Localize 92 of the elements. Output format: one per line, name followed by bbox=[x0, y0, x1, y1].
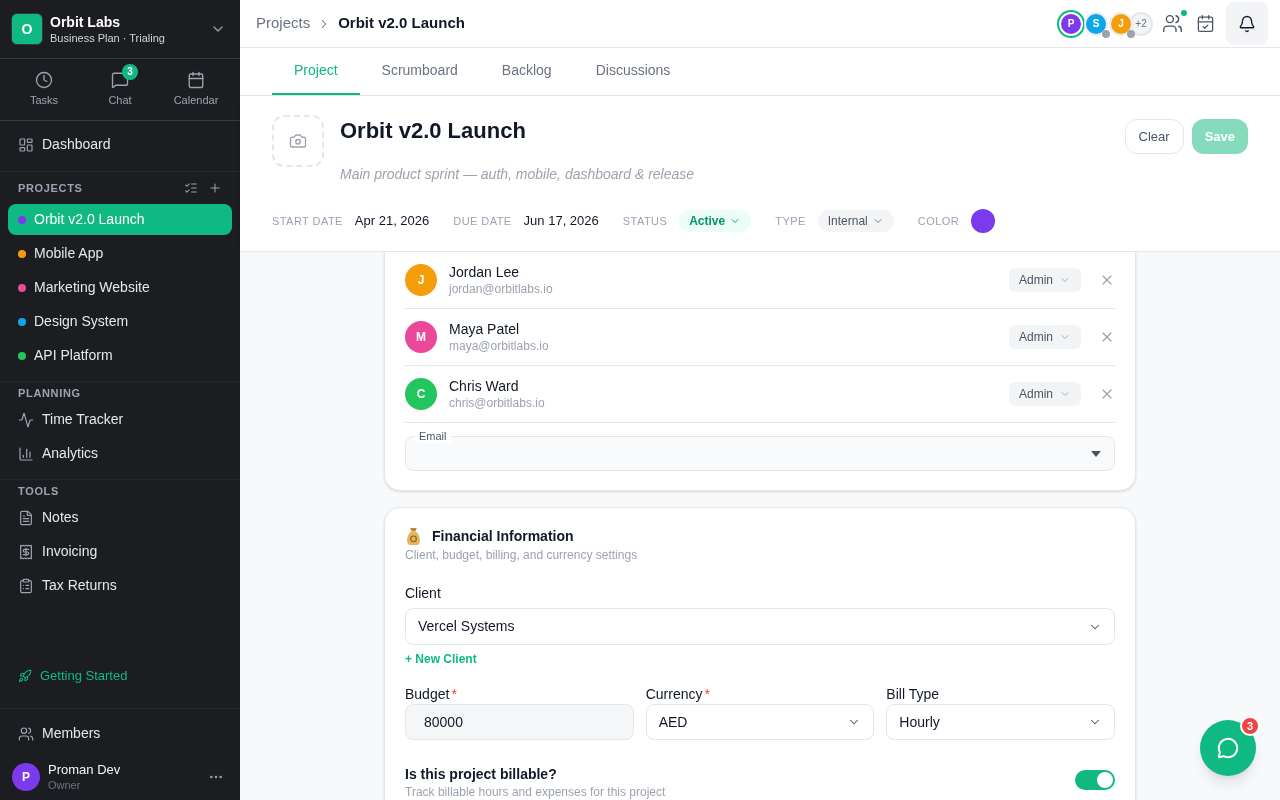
meta-value: Jun 17, 2026 bbox=[523, 212, 599, 231]
bell-icon bbox=[1238, 14, 1256, 33]
clock-icon bbox=[35, 70, 53, 89]
project-item[interactable]: Marketing Website bbox=[8, 272, 232, 303]
project-title: Orbit v2.0 Launch bbox=[340, 117, 527, 145]
setting-description: Track billable hours and expenses for this project bbox=[405, 784, 666, 800]
list-icon[interactable] bbox=[184, 181, 198, 195]
clipboard-icon bbox=[18, 577, 34, 594]
dropdown-select[interactable]: Hourly bbox=[886, 704, 1115, 740]
type-dropdown[interactable]: Internal bbox=[817, 210, 894, 232]
tab[interactable]: Backlog bbox=[479, 48, 574, 95]
plus-icon[interactable] bbox=[208, 181, 222, 195]
quick-nav-button[interactable]: Tasks bbox=[6, 59, 82, 120]
nav-item[interactable]: Dashboard bbox=[8, 129, 232, 160]
user-avatar: P bbox=[12, 763, 40, 791]
field-label: Budget* bbox=[405, 684, 457, 704]
member-name: Chris Ward bbox=[449, 377, 520, 395]
member-name: Jordan Lee bbox=[449, 263, 521, 281]
card-subtitle: Client, budget, billing, and currency settings bbox=[405, 547, 638, 564]
quick-nav-button[interactable]: Calendar bbox=[158, 59, 234, 120]
nav-item[interactable]: Notes bbox=[8, 502, 232, 533]
users-icon bbox=[18, 725, 34, 742]
tab[interactable]: Scrumboard bbox=[359, 48, 480, 95]
project-description: Main product sprint — auth, mobile, dashboard & release bbox=[340, 165, 695, 184]
project-item[interactable]: Design System bbox=[8, 306, 232, 337]
billable-toggle[interactable] bbox=[1075, 770, 1115, 790]
rocket-icon bbox=[18, 668, 32, 683]
getting-started-link[interactable]: Getting Started bbox=[8, 660, 232, 691]
member-avatar: J bbox=[405, 264, 437, 296]
nav-item[interactable]: Invoicing bbox=[8, 536, 232, 567]
more-members-count[interactable]: +2 bbox=[1129, 11, 1153, 36]
field-label: Client bbox=[405, 583, 441, 603]
tab[interactable]: Discussions bbox=[573, 48, 693, 95]
camera-icon bbox=[289, 132, 307, 150]
workspace-logo: O bbox=[11, 13, 43, 45]
status-dropdown[interactable]: Active bbox=[679, 210, 752, 232]
member-email: maya@orbitlabs.io bbox=[449, 338, 549, 354]
user-name: Proman Dev bbox=[48, 762, 121, 778]
chat-bubble-icon bbox=[1217, 737, 1239, 759]
dropdown-select[interactable]: AED bbox=[645, 704, 875, 740]
member-email: chris@orbitlabs.io bbox=[449, 395, 545, 411]
project-item[interactable]: Mobile App bbox=[8, 238, 232, 269]
receipt-icon bbox=[18, 543, 34, 560]
meta-label: STATUS bbox=[622, 213, 668, 229]
meta-label: COLOR bbox=[917, 213, 960, 229]
nav-item[interactable]: Members bbox=[8, 718, 232, 749]
field-label: Bill Type bbox=[886, 684, 939, 704]
workspace-name: Orbit Labs bbox=[50, 13, 121, 31]
card-title: Financial Information bbox=[432, 526, 574, 546]
budget-input[interactable]: 80000 bbox=[405, 704, 634, 740]
member-avatar[interactable]: P bbox=[1059, 11, 1083, 36]
meta-label: DUE DATE bbox=[453, 213, 512, 229]
pulse-line-icon bbox=[18, 411, 34, 428]
users-icon[interactable] bbox=[1162, 13, 1183, 34]
project-item[interactable]: API Platform bbox=[8, 340, 232, 371]
document-icon bbox=[18, 509, 34, 526]
dropdown-triangle-icon bbox=[1091, 450, 1101, 457]
quick-nav-button[interactable]: 3 Chat bbox=[82, 59, 158, 120]
meta-value: Apr 21, 2026 bbox=[354, 212, 430, 231]
money-bag-icon bbox=[405, 526, 422, 546]
meta-label: START DATE bbox=[272, 213, 343, 229]
nav-item[interactable]: Time Tracker bbox=[8, 404, 232, 435]
dashboard-icon bbox=[18, 136, 34, 153]
section-label: TOOLS bbox=[18, 483, 59, 499]
calendar-icon bbox=[187, 70, 205, 89]
member-name: Maya Patel bbox=[449, 320, 521, 338]
client-select[interactable]: Vercel Systems bbox=[405, 608, 1115, 645]
breadcrumb-current: Orbit v2.0 Launch bbox=[338, 13, 465, 34]
notifications-button[interactable] bbox=[1226, 2, 1268, 45]
role-dropdown[interactable]: Admin bbox=[1009, 382, 1081, 406]
role-dropdown[interactable]: Admin bbox=[1009, 325, 1081, 349]
chat-bubble-icon bbox=[111, 70, 129, 89]
nav-item[interactable]: Tax Returns bbox=[8, 570, 232, 601]
meta-label: TYPE bbox=[775, 213, 806, 229]
member-email: jordan@orbitlabs.io bbox=[449, 281, 553, 297]
bar-chart-icon bbox=[18, 445, 34, 462]
field-label: Email bbox=[415, 429, 451, 443]
unread-badge: 3 bbox=[122, 63, 138, 80]
workspace-plan: Business Plan · Trialing bbox=[50, 31, 165, 45]
member-avatar: M bbox=[405, 321, 437, 353]
color-swatch-icon[interactable] bbox=[971, 209, 996, 233]
member-avatar: C bbox=[405, 378, 437, 410]
section-label: PROJECTS bbox=[18, 180, 83, 196]
nav-item[interactable]: Analytics bbox=[8, 438, 232, 469]
field-label: Currency* bbox=[645, 684, 710, 704]
section-label: PLANNING bbox=[18, 385, 81, 401]
clear-button[interactable]: Clear bbox=[1124, 119, 1184, 154]
setting-title: Is this project billable? bbox=[405, 765, 558, 784]
breadcrumb-link[interactable]: Projects bbox=[256, 12, 311, 35]
calendar-check-icon[interactable] bbox=[1196, 14, 1215, 33]
role-dropdown[interactable]: Admin bbox=[1009, 268, 1081, 292]
user-role: Owner bbox=[48, 778, 82, 792]
